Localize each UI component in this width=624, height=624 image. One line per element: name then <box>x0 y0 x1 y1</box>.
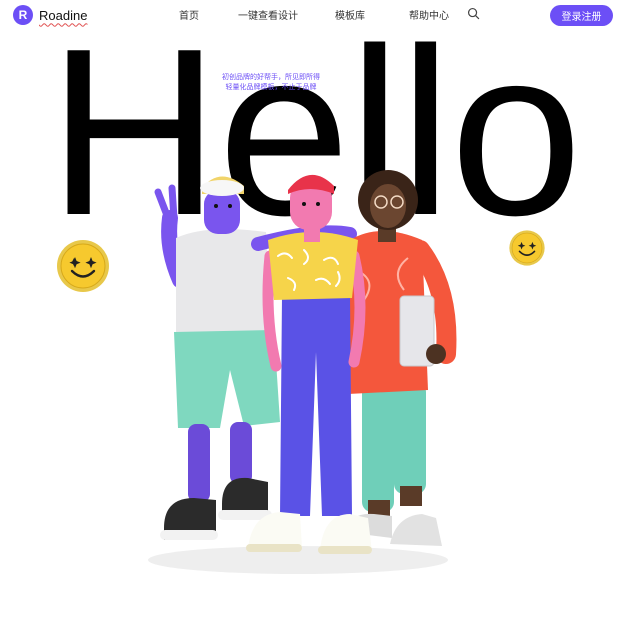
smiley-sticker-small-icon <box>509 230 545 266</box>
tagline-line-2: 轻量化品牌模板，不止于品牌 <box>225 83 317 91</box>
logo-initial: R <box>18 8 28 22</box>
hero-tagline: 初创品牌的好帮手，所见即所得 轻量化品牌模板，不止于品牌 <box>205 72 337 92</box>
logo-mark-icon: R <box>13 5 33 25</box>
tagline-line-1: 初创品牌的好帮手，所见即所得 <box>222 73 320 81</box>
hero-people-illustration <box>148 170 457 574</box>
smiley-sticker-icon <box>57 240 109 292</box>
